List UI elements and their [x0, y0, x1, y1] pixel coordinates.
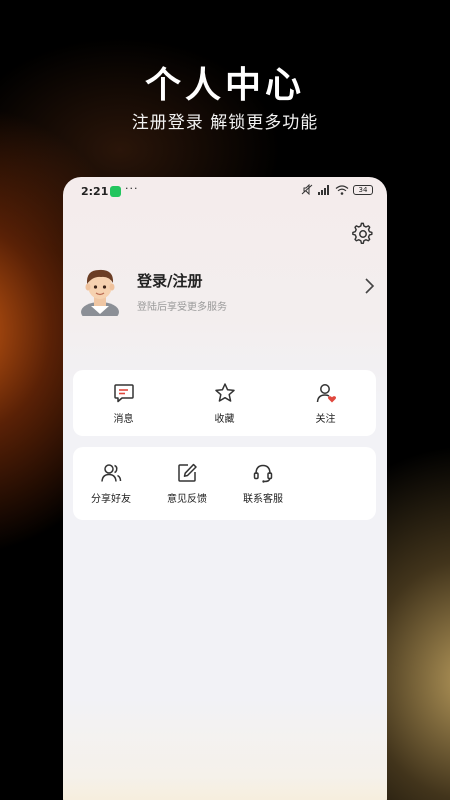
feedback-button[interactable]: 意见反馈 — [149, 447, 225, 520]
chevron-right-icon — [365, 278, 375, 294]
headset-icon — [253, 464, 273, 483]
login-register-row[interactable]: 登录/注册 登陆后享受更多服务 — [77, 262, 377, 322]
customer-service-button[interactable]: 联系客服 — [225, 447, 301, 520]
services-card: 分享好友 意见反馈 联系客服 — [73, 447, 376, 520]
promo-title: 个人中心 — [144, 65, 305, 106]
avatar — [81, 269, 119, 316]
phone-screen: 2:21 ··· 34 登录/注册 登陆后享受更多服务 消息 收藏 关注 分享好… — [63, 177, 387, 800]
status-bar: 2:21 ··· 34 — [63, 177, 387, 205]
star-icon — [214, 382, 235, 402]
status-time: 2:21 — [81, 185, 109, 198]
status-indicators: 34 — [301, 184, 373, 195]
feedback-label: 意见反馈 — [167, 494, 207, 505]
follow-button[interactable]: 关注 — [275, 370, 376, 436]
promo-subtitle: 注册登录 解锁更多功能 — [131, 113, 319, 133]
follow-user-icon — [316, 383, 336, 402]
quick-actions-card: 消息 收藏 关注 — [73, 370, 376, 436]
login-register-subtitle: 登陆后享受更多服务 — [137, 302, 227, 313]
app-notification-icon — [110, 186, 121, 197]
wifi-icon — [335, 184, 349, 195]
share-friends-button[interactable]: 分享好友 — [73, 447, 149, 520]
customer-service-label: 联系客服 — [243, 494, 283, 505]
messages-label: 消息 — [113, 413, 134, 425]
battery-icon: 34 — [353, 184, 373, 195]
messages-button[interactable]: 消息 — [73, 370, 174, 436]
settings-gear-icon[interactable] — [351, 222, 375, 246]
favorites-button[interactable]: 收藏 — [174, 370, 275, 436]
mute-icon — [301, 184, 313, 195]
follow-label: 关注 — [315, 413, 336, 425]
status-more-dots: ··· — [125, 182, 139, 195]
message-icon — [113, 383, 134, 402]
share-friends-icon — [101, 464, 122, 482]
feedback-edit-icon — [178, 463, 197, 482]
share-friends-label: 分享好友 — [91, 494, 131, 505]
favorites-label: 收藏 — [214, 413, 235, 425]
login-register-title: 登录/注册 — [137, 272, 203, 290]
signal-icon — [318, 184, 329, 195]
